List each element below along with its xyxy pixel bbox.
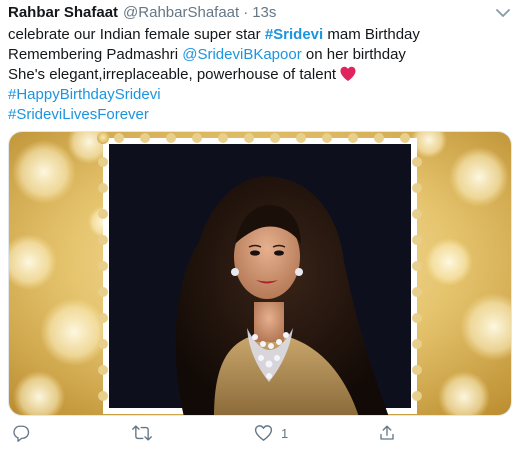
timestamp[interactable]: 13s	[252, 4, 276, 21]
reply-button[interactable]	[12, 422, 30, 444]
author-handle[interactable]: @RahbarShafaat	[123, 4, 239, 21]
retweet-icon	[132, 425, 152, 441]
tweet-line-1: celebrate our Indian female super star #…	[8, 25, 508, 45]
text-span: mam Birthday	[323, 26, 420, 43]
chevron-down-icon[interactable]	[495, 6, 511, 20]
share-icon	[380, 425, 394, 440]
like-icon	[254, 425, 273, 441]
mention-link[interactable]: @SrideviBKapoor	[182, 46, 301, 63]
text-span: celebrate our Indian female super star	[8, 26, 265, 43]
like-count: 1	[281, 425, 289, 441]
reply-icon	[13, 425, 30, 442]
tweet-line-2: Remembering Padmashri @SrideviBKapoor on…	[8, 45, 508, 65]
hashtag-sridevi[interactable]: #Sridevi	[265, 26, 323, 43]
red-heart-icon	[340, 66, 356, 81]
text-span: She's elegant,irreplaceable, powerhouse …	[8, 66, 337, 83]
text-span: on her birthday	[301, 46, 406, 63]
hashtag-happy-birthday-sridevi[interactable]: #HappyBirthdaySridevi	[8, 85, 508, 105]
author-name[interactable]: Rahbar Shafaat	[8, 4, 118, 21]
tweet-line-3: She's elegant,irreplaceable, powerhouse …	[8, 65, 508, 85]
text-span: Remembering Padmashri	[8, 46, 183, 63]
tweet-text: celebrate our Indian female super star #…	[8, 25, 508, 125]
tweet-header: Rahbar Shafaat @RahbarShafaat · 13s	[8, 4, 276, 24]
photo-image	[9, 132, 511, 415]
separator-dot: ·	[243, 4, 249, 21]
share-button[interactable]	[378, 422, 396, 444]
tweet-card[interactable]: Rahbar Shafaat @RahbarShafaat · 13s cele…	[0, 0, 519, 450]
hashtag-sridevi-lives-forever[interactable]: #SrideviLivesForever	[8, 105, 508, 125]
retweet-button[interactable]	[132, 422, 152, 444]
like-button[interactable]: 1	[254, 422, 288, 444]
tweet-media-photo[interactable]	[8, 131, 512, 416]
tweet-actions: 1	[0, 422, 519, 446]
